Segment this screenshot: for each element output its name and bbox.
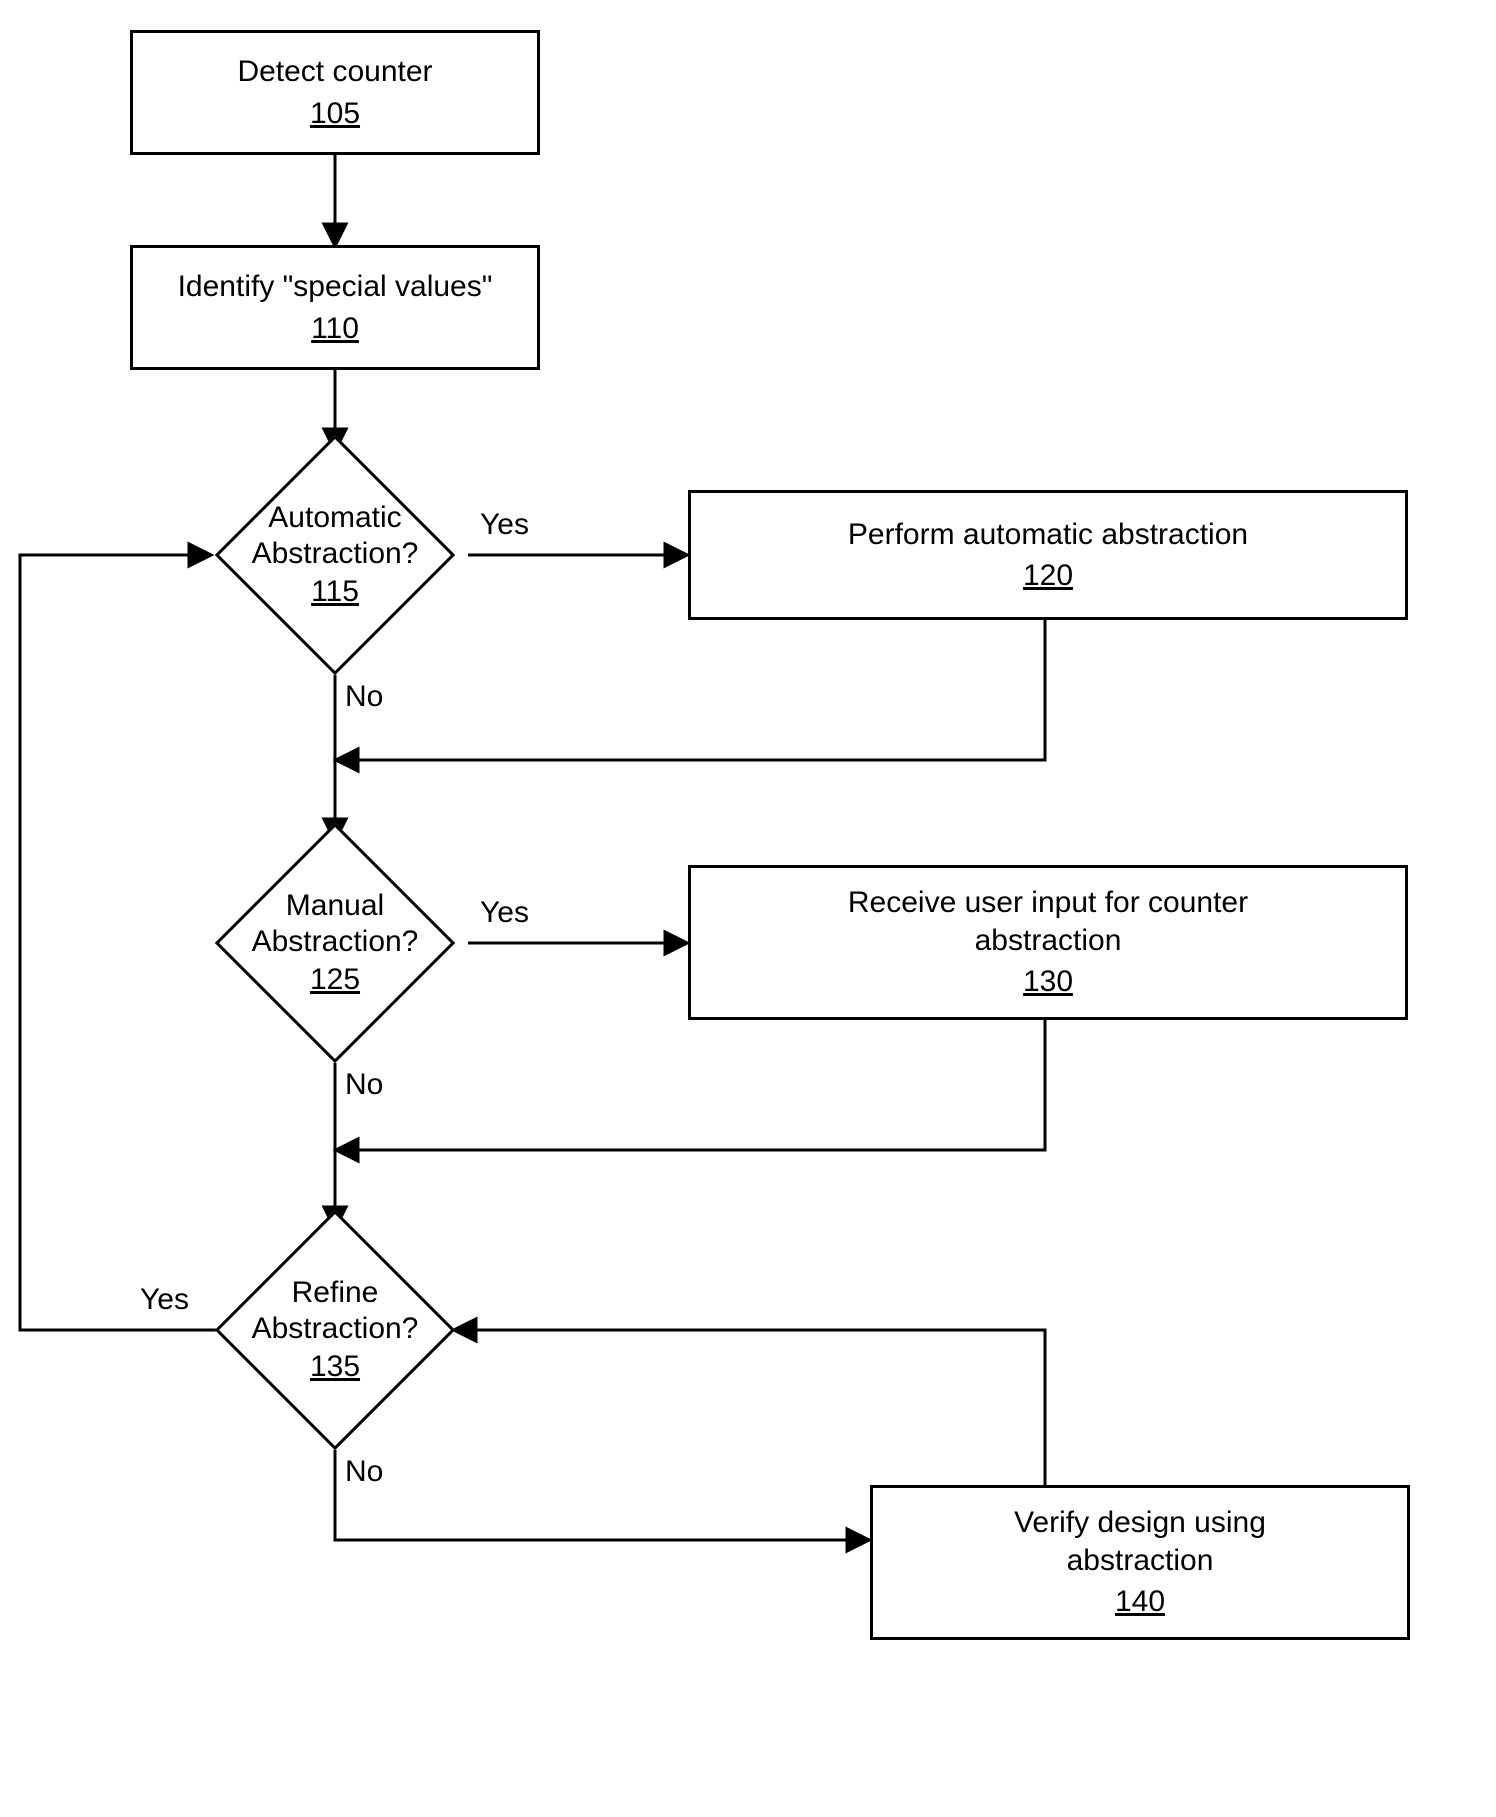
label-135-yes: Yes xyxy=(140,1283,189,1317)
node-120: Perform automatic abstraction 120 xyxy=(688,490,1408,620)
node-115-ref: 115 xyxy=(311,574,359,610)
node-120-title: Perform automatic abstraction xyxy=(848,516,1248,554)
node-135-ref: 135 xyxy=(310,1349,360,1385)
node-140-line1: Verify design using xyxy=(1014,1504,1266,1542)
node-125-line2: Abstraction? xyxy=(252,924,419,960)
label-125-no: No xyxy=(345,1068,383,1102)
node-110: Identify "special values" 110 xyxy=(130,245,540,370)
node-110-ref: 110 xyxy=(311,310,359,348)
node-110-title: Identify "special values" xyxy=(178,268,493,306)
label-135-no: No xyxy=(345,1455,383,1489)
node-140: Verify design using abstraction 140 xyxy=(870,1485,1410,1640)
node-115: Automatic Abstraction? 115 xyxy=(250,470,420,640)
node-130-ref: 130 xyxy=(1023,963,1073,1001)
node-135-line1: Refine xyxy=(292,1275,379,1311)
node-130: Receive user input for counter abstracti… xyxy=(688,865,1408,1020)
flowchart-canvas: Detect counter 105 Identify "special val… xyxy=(0,0,1496,1817)
node-120-ref: 120 xyxy=(1023,557,1073,595)
node-105: Detect counter 105 xyxy=(130,30,540,155)
node-125-ref: 125 xyxy=(310,962,360,998)
node-125-line1: Manual xyxy=(286,888,384,924)
node-135-line2: Abstraction? xyxy=(252,1311,419,1347)
node-130-line1: Receive user input for counter xyxy=(848,884,1248,922)
node-130-line2: abstraction xyxy=(975,922,1122,960)
node-115-line1: Automatic xyxy=(268,500,401,536)
node-125: Manual Abstraction? 125 xyxy=(250,858,420,1028)
node-105-title: Detect counter xyxy=(237,53,432,91)
node-105-ref: 105 xyxy=(310,95,360,133)
node-115-line2: Abstraction? xyxy=(252,536,419,572)
label-125-yes: Yes xyxy=(480,896,529,930)
node-140-line2: abstraction xyxy=(1067,1542,1214,1580)
label-115-yes: Yes xyxy=(480,508,529,542)
label-115-no: No xyxy=(345,680,383,714)
node-140-ref: 140 xyxy=(1115,1583,1165,1621)
node-135: Refine Abstraction? 135 xyxy=(250,1245,420,1415)
